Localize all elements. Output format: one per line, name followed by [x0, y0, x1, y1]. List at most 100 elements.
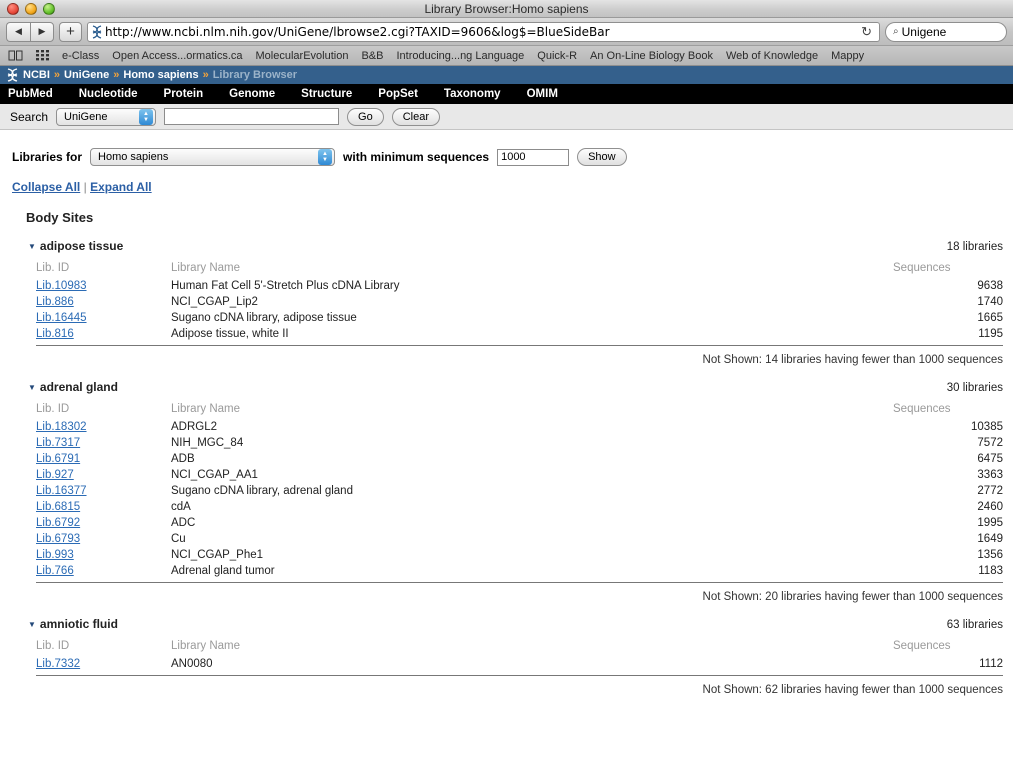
nav-item-nucleotide[interactable]: Nucleotide	[79, 88, 138, 100]
sequence-count-cell: 2460	[977, 501, 1003, 513]
bookmark-item[interactable]: B&B	[361, 50, 383, 62]
body-site-group-header[interactable]: ▼ adrenal gland 30 libraries	[28, 380, 1003, 394]
table-header-row: Lib. ID Library Name Sequences	[36, 261, 1003, 278]
library-id-link[interactable]: Lib.6792	[36, 517, 80, 529]
browser-search-field[interactable]: ⌕ Unigene	[885, 21, 1007, 42]
forward-button[interactable]: ▶	[30, 21, 54, 42]
column-header-sequences: Sequences	[893, 640, 951, 652]
nav-item-omim[interactable]: OMIM	[527, 88, 558, 100]
bookmark-item[interactable]: MolecularEvolution	[256, 50, 349, 62]
search-database-select[interactable]: UniGene ▲ ▼	[56, 107, 157, 126]
column-header-library-name: Library Name	[171, 403, 241, 415]
disclosure-triangle-icon[interactable]: ▼	[28, 383, 36, 392]
library-id-link[interactable]: Lib.766	[36, 565, 74, 577]
search-database-value: UniGene	[64, 110, 108, 123]
sequence-count-cell: 1112	[893, 656, 1003, 676]
body-site-group-header[interactable]: ▼ amniotic fluid 63 libraries	[28, 617, 1003, 631]
sequence-count-cell: 3363	[977, 469, 1003, 481]
breadcrumb-homo-sapiens[interactable]: Homo sapiens	[123, 69, 198, 81]
library-id-link[interactable]: Lib.18302	[36, 421, 87, 433]
library-id-cell: Lib.7332	[36, 656, 171, 676]
sequence-count-cell: 6475	[977, 453, 1003, 465]
nav-item-structure[interactable]: Structure	[301, 88, 352, 100]
library-id-link[interactable]: Lib.10983	[36, 280, 87, 292]
library-id-link[interactable]: Lib.6793	[36, 533, 80, 545]
nav-item-popset[interactable]: PopSet	[378, 88, 418, 100]
nav-item-protein[interactable]: Protein	[164, 88, 204, 100]
nav-item-genome[interactable]: Genome	[229, 88, 275, 100]
disclosure-triangle-icon[interactable]: ▼	[28, 242, 36, 251]
sequence-count-cell: 1356	[977, 549, 1003, 561]
library-id-link[interactable]: Lib.16445	[36, 312, 87, 324]
bookmark-item[interactable]: Open Access...ormatics.ca	[112, 50, 242, 62]
library-id-link[interactable]: Lib.6815	[36, 501, 80, 513]
minimum-sequences-label: with minimum sequences	[343, 150, 490, 164]
breadcrumb-ncbi[interactable]: NCBI	[23, 69, 50, 81]
clear-button-label: Clear	[402, 110, 430, 123]
table-row: Lib.886 NCI_CGAP_Lip2 1740	[36, 294, 1003, 310]
ncbi-dna-logo-icon	[7, 68, 18, 82]
window-titlebar: Library Browser:Homo sapiens	[0, 0, 1013, 18]
bookmark-item[interactable]: Web of Knowledge	[726, 50, 818, 62]
library-id-link[interactable]: Lib.886	[36, 296, 74, 308]
bookmark-item[interactable]: An On-Line Biology Book	[590, 50, 713, 62]
library-name-cell: Cu	[171, 533, 186, 545]
bookmark-item[interactable]: Mappy	[831, 50, 864, 62]
library-id-cell: Lib.10983	[36, 278, 171, 294]
bookmark-item[interactable]: Quick-R	[537, 50, 577, 62]
nav-item-pubmed[interactable]: PubMed	[8, 88, 53, 100]
body-site-group-header[interactable]: ▼ adipose tissue 18 libraries	[28, 239, 1003, 253]
go-button[interactable]: Go	[347, 107, 384, 126]
nav-item-taxonomy[interactable]: Taxonomy	[444, 88, 501, 100]
library-id-cell: Lib.927	[36, 467, 171, 483]
stepper-arrows-icon: ▲ ▼	[139, 108, 154, 125]
library-id-link[interactable]: Lib.16377	[36, 485, 87, 497]
library-id-link[interactable]: Lib.6791	[36, 453, 80, 465]
new-tab-button[interactable]: +	[59, 21, 82, 42]
address-bar[interactable]: http://www.ncbi.nlm.nih.gov/UniGene/lbro…	[87, 21, 880, 42]
show-button[interactable]: Show	[577, 148, 627, 166]
sequence-count-cell: 1183	[893, 563, 1003, 583]
organism-select[interactable]: Homo sapiens ▲ ▼	[90, 148, 336, 166]
organism-value: Homo sapiens	[98, 151, 169, 163]
back-button[interactable]: ◀	[6, 21, 30, 42]
library-name-cell: Human Fat Cell 5'-Stretch Plus cDNA Libr…	[171, 280, 400, 292]
library-id-link[interactable]: Lib.7317	[36, 437, 80, 449]
table-row: Lib.6815 cdA 2460	[36, 499, 1003, 515]
table-row: Lib.766 Adrenal gland tumor 1183	[36, 563, 1003, 583]
search-input[interactable]	[164, 108, 340, 125]
bookmark-item[interactable]: Introducing...ng Language	[396, 50, 524, 62]
bookmark-item[interactable]: e-Class	[62, 50, 99, 62]
library-count: 30 libraries	[946, 382, 1003, 394]
library-id-link[interactable]: Lib.927	[36, 469, 74, 481]
clear-button[interactable]: Clear	[391, 107, 441, 126]
collapse-all-link[interactable]: Collapse All	[12, 180, 80, 194]
library-table: Lib. ID Library Name Sequences Lib.10983 Hum…	[36, 261, 1003, 346]
back-arrow-icon: ◀	[15, 26, 22, 36]
library-id-link[interactable]: Lib.7332	[36, 658, 80, 670]
expand-all-link[interactable]: Expand All	[90, 180, 152, 194]
sequence-count-cell: 9638	[977, 280, 1003, 292]
minimum-sequences-input[interactable]: 1000	[497, 148, 570, 166]
library-id-link[interactable]: Lib.993	[36, 549, 74, 561]
library-id-cell: Lib.6815	[36, 499, 171, 515]
ncbi-nav-bar: PubMed Nucleotide Protein Genome Structu…	[0, 84, 1013, 104]
table-row: Lib.7332 AN0080 1112	[36, 656, 1003, 676]
breadcrumb-unigene[interactable]: UniGene	[64, 69, 109, 81]
show-all-bookmarks-icon[interactable]	[8, 50, 23, 61]
minimize-window-button[interactable]	[25, 3, 37, 15]
sequence-count-cell: 1649	[977, 533, 1003, 545]
library-id-cell: Lib.6793	[36, 531, 171, 547]
disclosure-triangle-icon[interactable]: ▼	[28, 620, 36, 629]
libraries-for-label: Libraries for	[12, 150, 83, 164]
site-favicon-dna-icon	[92, 24, 102, 39]
library-name-cell: NCI_CGAP_Phe1	[171, 549, 264, 561]
close-window-button[interactable]	[7, 3, 19, 15]
library-id-link[interactable]: Lib.816	[36, 328, 74, 340]
top-sites-icon[interactable]	[36, 50, 49, 61]
library-name-cell: NCI_CGAP_AA1	[171, 469, 258, 481]
reload-icon[interactable]: ↻	[858, 24, 875, 40]
breadcrumb-separator: »	[202, 69, 209, 81]
zoom-window-button[interactable]	[43, 3, 55, 15]
column-header-sequences: Sequences	[893, 262, 951, 274]
